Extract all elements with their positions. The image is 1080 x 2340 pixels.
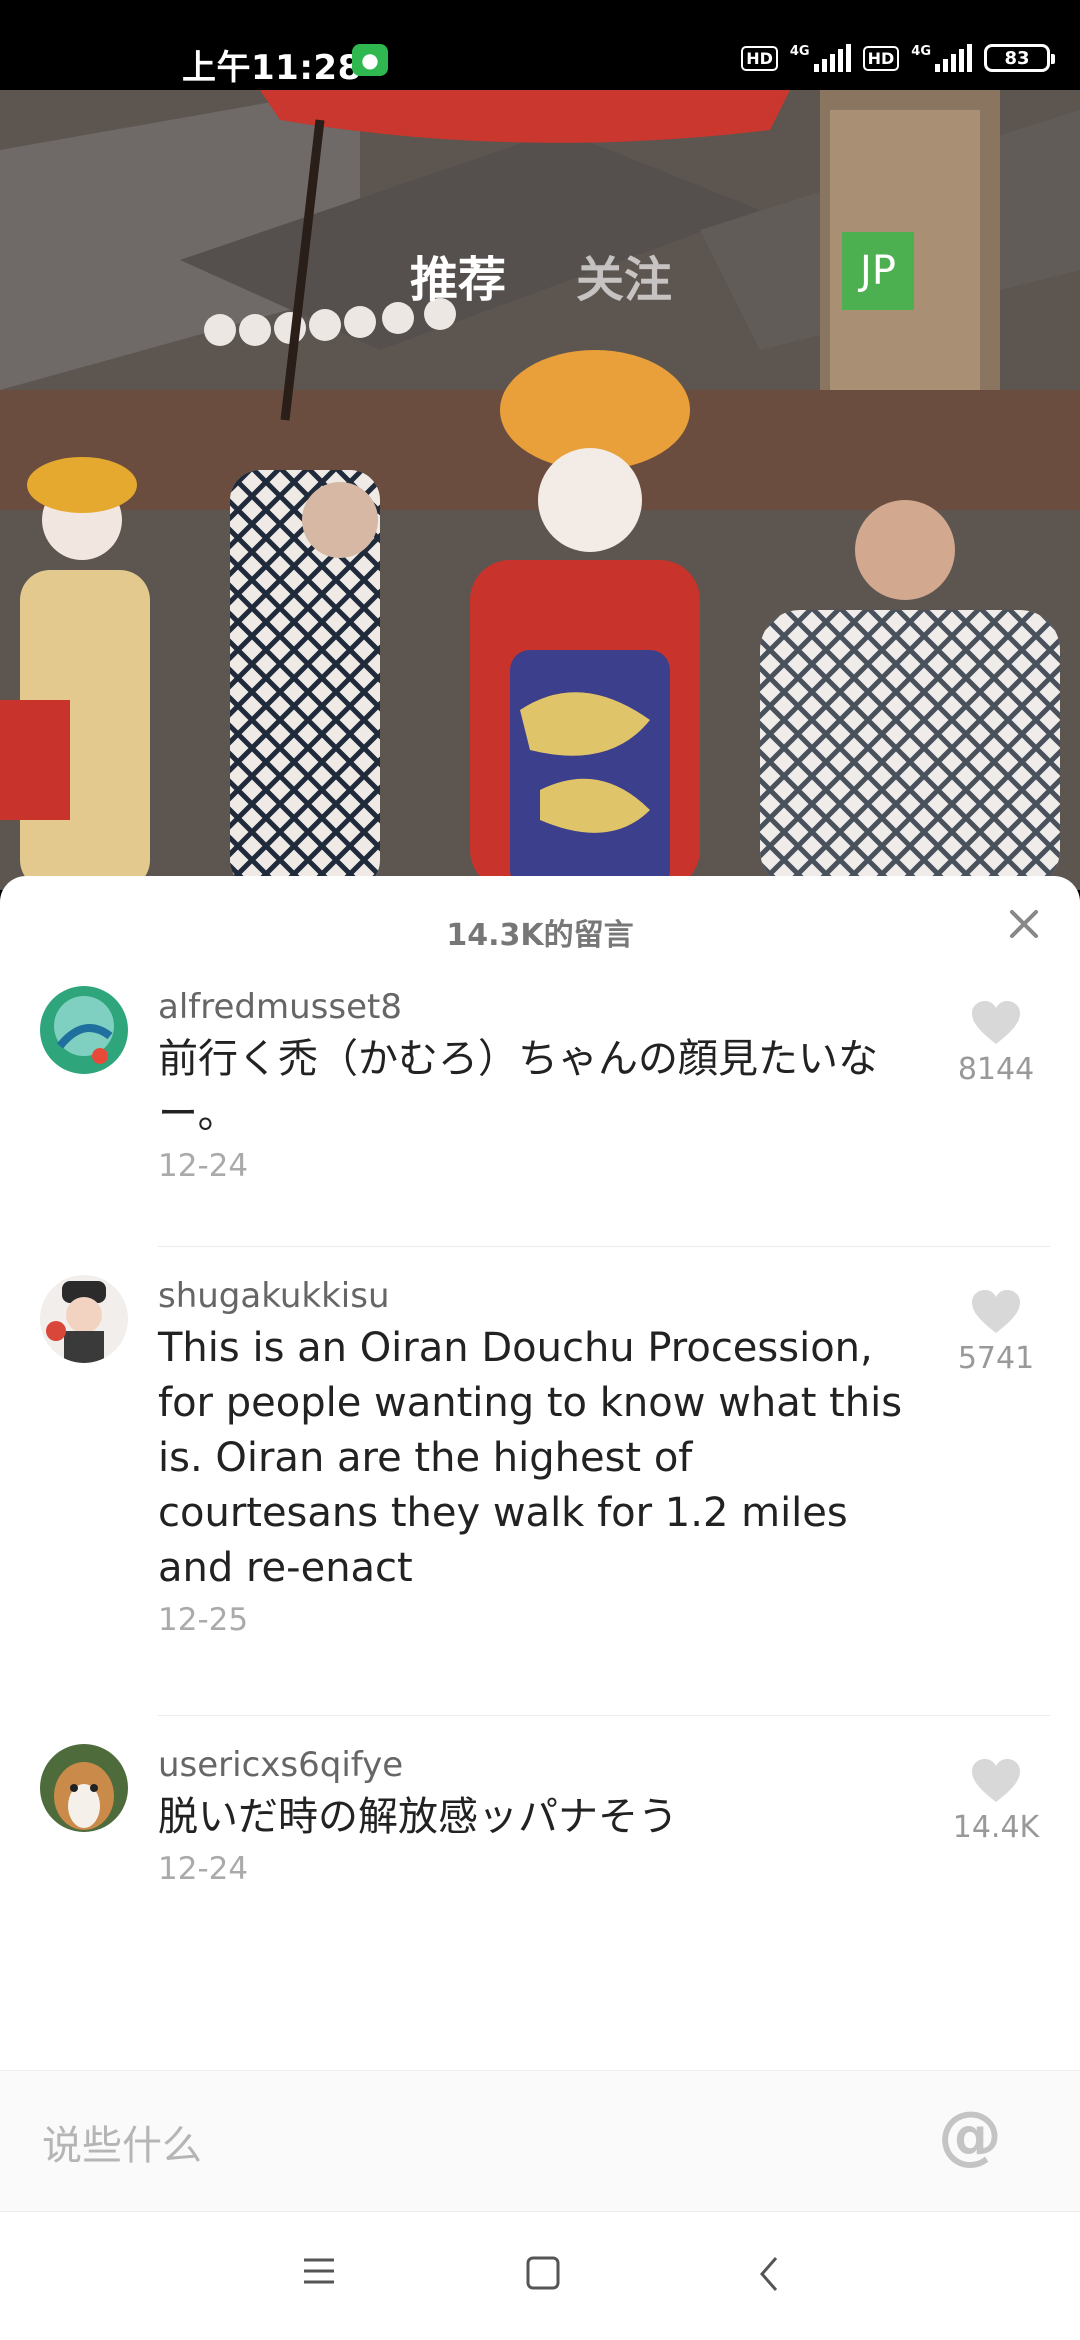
like-count: 8144 [957, 1052, 1035, 1087]
hd-icon: HD [862, 45, 900, 71]
battery-icon: 83 [984, 44, 1055, 72]
comment-username[interactable]: shugakukkisu [158, 1275, 920, 1317]
comment-input[interactable]: 说些什么 [42, 2113, 202, 2171]
heart-icon [972, 1290, 1020, 1333]
heart-icon [972, 1759, 1020, 1802]
comment-username[interactable]: usericxs6qifye [158, 1744, 920, 1786]
menu-icon[interactable] [302, 2256, 336, 2286]
heart-icon [972, 1001, 1020, 1044]
region-badge[interactable]: JP [842, 232, 914, 310]
comments-list[interactable]: alfredmusset8 前行く禿（かむろ）ちゃんの顔見たいなー。 12-24… [0, 986, 1080, 1946]
comment-item: alfredmusset8 前行く禿（かむろ）ちゃんの顔見たいなー。 12-24… [0, 986, 1080, 1246]
battery-level: 83 [1004, 47, 1030, 69]
comment-input-bar[interactable]: 说些什么 @ [0, 2070, 1080, 2212]
like-button[interactable]: 5741 [926, 1289, 1066, 1376]
like-count: 5741 [957, 1341, 1035, 1376]
divider [158, 1715, 1050, 1716]
video-frame [0, 90, 1080, 890]
avatar[interactable] [40, 986, 128, 1074]
close-icon[interactable] [1002, 902, 1046, 946]
comment-text: 脱いだ時の解放感ッパナそう [158, 1794, 678, 1840]
comments-count-title: 14.3K的留言 [446, 918, 634, 953]
divider [158, 1246, 1050, 1247]
status-bar: 上午11:28 ● HD 4G HD 4G 83 [0, 0, 1080, 90]
comment-date: 12-24 [158, 1851, 249, 1887]
network-type: 4G [911, 43, 931, 59]
status-time: 上午11:28 [182, 48, 362, 88]
comment-date: 12-24 [158, 1148, 249, 1184]
avatar[interactable] [40, 1275, 128, 1363]
back-icon[interactable] [758, 2256, 780, 2292]
hd-icon: HD [741, 45, 778, 71]
comment-item: usericxs6qifye 脱いだ時の解放感ッパナそう 12-24 14.4K [0, 1744, 1080, 1946]
signal-icon [813, 44, 851, 72]
signal-icon [935, 44, 972, 72]
wechat-icon: ● [352, 44, 388, 76]
network-type: 4G [789, 43, 810, 59]
tab-recommend[interactable]: 推荐 [410, 240, 506, 310]
home-icon[interactable] [526, 2256, 560, 2290]
system-nav-bar [0, 2212, 1080, 2340]
video-player[interactable]: 推荐 关注 JP [0, 90, 1080, 890]
comment-username[interactable]: alfredmusset8 [158, 986, 920, 1028]
comment-text: This is an Oiran Douchu Procession, for … [158, 1325, 903, 1591]
comment-text: 前行く禿（かむろ）ちゃんの顔見たいなー。 [158, 1036, 878, 1137]
like-button[interactable]: 8144 [926, 1000, 1066, 1087]
tab-follow[interactable]: 关注 [576, 240, 672, 310]
mention-icon[interactable]: @ [938, 2099, 1002, 2173]
comment-item: shugakukkisu This is an Oiran Douchu Pro… [0, 1275, 1080, 1715]
like-button[interactable]: 14.4K [926, 1758, 1066, 1845]
avatar[interactable] [40, 1744, 128, 1832]
system-icons: HD 4G HD 4G 83 [741, 43, 1055, 72]
comment-date: 12-25 [158, 1602, 249, 1638]
like-count: 14.4K [952, 1810, 1040, 1845]
